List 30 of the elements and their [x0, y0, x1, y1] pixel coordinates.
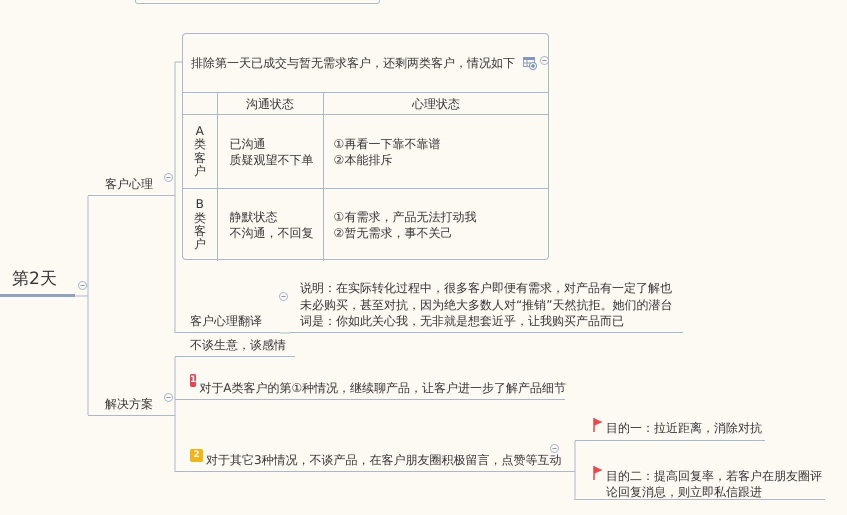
row-header: B类客户 — [194, 198, 206, 252]
description-text: 说明：在实际转化过程中，很多客户即便有需求，对产品有一定了解也未必购买，甚至对抗，因为绝大多数人对“推销”天然抗拒。她们的潜台词是：你如此关心我，无非就是想套近乎，让我购买产品而已 — [300, 280, 674, 330]
collapse-icon[interactable] — [164, 173, 173, 182]
topic-label: 客户心理翻译 — [175, 313, 280, 333]
collapse-icon[interactable] — [540, 56, 549, 65]
table-cell-text: 质疑观望不下单 — [230, 152, 314, 168]
collapse-icon[interactable] — [550, 444, 559, 453]
table-cell-text: ①有需求，产品无法打动我 — [334, 208, 478, 225]
priority-badge: 1 — [190, 374, 196, 387]
table-cell-text: 静默状态 — [230, 208, 278, 225]
table-cell-text: ②暂无需求，事不关己 — [334, 224, 454, 241]
table-cell-text: 已沟通 — [230, 136, 266, 152]
topic-label: 目的二：提高回复率，若客户在朋友圈评论回复消息，则立即私信跟进 — [606, 468, 823, 500]
topic-label: 不谈生意，谈感情 — [190, 338, 286, 354]
topic-label: 目的一：拉近距离，消除对抗 — [606, 420, 762, 436]
row-header: A类客户 — [194, 125, 206, 178]
collapse-icon[interactable] — [164, 393, 173, 402]
topic-label: 对于A类客户的第①种情况，继续聊产品，让客户进一步了解产品细节 — [199, 381, 566, 397]
topic-label: 对于其它3种情况，不谈产品，在客户朋友圈积极留言，点赞等互动 — [206, 453, 562, 469]
table-add-icon[interactable] — [523, 56, 537, 70]
column-header: 心理状态 — [323, 92, 548, 114]
collapse-icon[interactable] — [279, 292, 288, 301]
table-title: 排除第一天已成交与暂无需求客户，还剩两类客户，情况如下 — [191, 55, 515, 72]
table-cell-text: ②本能排斥 — [334, 152, 394, 168]
collapse-icon[interactable] — [78, 281, 87, 290]
table-cell-text: ①再看一下靠不靠谱 — [334, 136, 442, 152]
table-cell-text: 不沟通，不回复 — [230, 224, 314, 241]
priority-badge: 2 — [190, 449, 203, 462]
root-topic: 第2天 — [0, 268, 75, 297]
column-header: 沟通状态 — [217, 92, 323, 114]
